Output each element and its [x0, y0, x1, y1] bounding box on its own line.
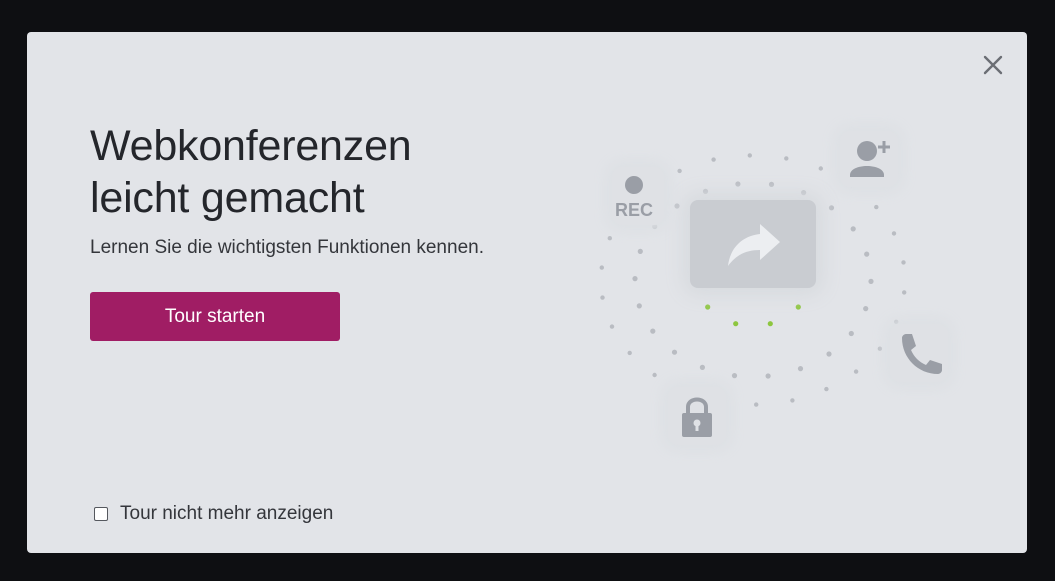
decor-dot [600, 295, 605, 300]
dialog-subtitle: Lernen Sie die wichtigsten Funktionen ke… [90, 237, 484, 258]
tour-dialog: Webkonferenzen leicht gemacht Lernen Sie… [27, 32, 1027, 553]
decor-dot [818, 166, 823, 171]
decor-dot [828, 205, 835, 211]
decor-dot [671, 349, 678, 355]
decor-dot [699, 364, 705, 370]
dialog-title: Webkonferenzen leicht gemacht [90, 120, 412, 224]
dialog-title-line2: leicht gemacht [90, 174, 365, 222]
decor-dot [754, 402, 759, 407]
share-screen-icon [728, 224, 780, 266]
decor-dot [784, 156, 789, 161]
decor-dot [801, 190, 807, 196]
rec-label: REC [615, 200, 654, 220]
close-icon [983, 55, 1003, 75]
decor-dot [826, 351, 832, 357]
add-user-tile [840, 131, 898, 187]
lock-icon [682, 397, 712, 437]
decor-dot [637, 248, 643, 254]
dialog-title-line1: Webkonferenzen [90, 122, 412, 170]
decor-dot [627, 350, 632, 356]
decor-dot [848, 330, 854, 337]
decor-dot [652, 372, 657, 378]
share-screen-tile [690, 200, 816, 288]
decor-dot [902, 290, 907, 295]
decor-dot [632, 276, 638, 282]
decor-dot [877, 346, 883, 351]
decor-dot [768, 181, 775, 187]
decor-dot [795, 304, 801, 310]
decor-dot [797, 366, 804, 372]
decor-dot [677, 168, 682, 174]
decor-dot [636, 303, 642, 309]
decor-dot [863, 306, 869, 312]
close-button[interactable] [981, 53, 1005, 77]
decor-dot [790, 398, 795, 403]
decor-dot [705, 304, 711, 310]
start-tour-button[interactable]: Tour starten [90, 292, 340, 341]
decor-dot [733, 321, 739, 327]
record-tile: REC [612, 167, 664, 225]
decor-dot [599, 265, 604, 270]
decor-dot [735, 181, 741, 187]
decor-dot [609, 324, 615, 329]
dont-show-checkbox[interactable] [94, 507, 108, 521]
decor-dot [901, 260, 906, 265]
decor-dot [824, 386, 829, 392]
dont-show-label[interactable]: Tour nicht mehr anzeigen [120, 503, 333, 525]
decor-dot [702, 188, 709, 194]
record-icon [625, 176, 643, 194]
decor-dot [850, 226, 856, 232]
decor-dot [711, 157, 716, 162]
decor-dot [607, 236, 612, 241]
add-user-icon [850, 141, 890, 177]
decor-dot [650, 328, 656, 334]
feature-illustration: REC [572, 87, 948, 445]
decor-dot [767, 321, 773, 327]
decor-dot [874, 204, 879, 210]
decor-dot [765, 373, 771, 379]
lock-tile [668, 387, 726, 445]
decor-dot [731, 373, 738, 379]
phone-tile [890, 324, 948, 382]
phone-icon [902, 334, 942, 374]
decor-dot [747, 153, 752, 158]
dont-show-again[interactable]: Tour nicht mehr anzeigen [94, 503, 333, 525]
decor-dot [868, 278, 874, 284]
decor-dot [891, 231, 897, 236]
decor-dot [674, 203, 680, 209]
decor-dot [864, 251, 870, 257]
decor-dot [853, 369, 859, 374]
